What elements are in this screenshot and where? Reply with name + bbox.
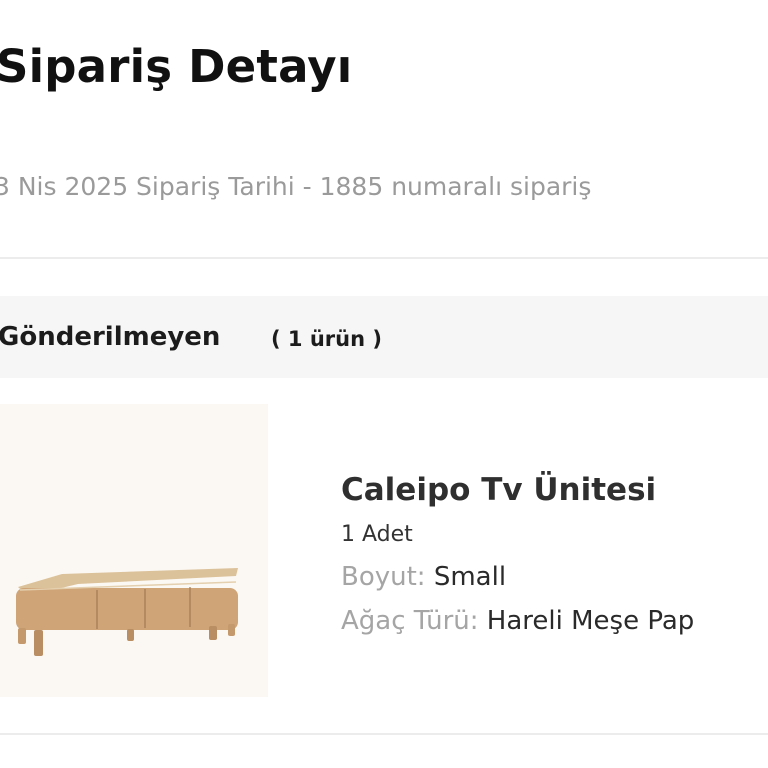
attribute-wood-type: Ağaç Türü: Hareli Meşe Pap bbox=[341, 606, 694, 636]
attribute-label: Boyut: bbox=[341, 562, 426, 592]
attribute-label: Ağaç Türü: bbox=[341, 606, 479, 636]
product-name[interactable]: Caleipo Tv Ünitesi bbox=[341, 472, 656, 508]
attribute-value: Hareli Meşe Pap bbox=[486, 606, 695, 636]
order-meta: 3 Nis 2025 Sipariş Tarihi - 1885 numaral… bbox=[0, 172, 592, 201]
attribute-value: Small bbox=[433, 562, 507, 592]
order-detail-page: Sipariş Detayı 3 Nis 2025 Sipariş Tarihi… bbox=[0, 0, 768, 768]
section-title: Gönderilmeyen bbox=[0, 322, 221, 352]
divider bbox=[0, 733, 768, 735]
product-quantity: 1 Adet bbox=[341, 522, 413, 547]
divider bbox=[0, 257, 768, 259]
product-image[interactable] bbox=[0, 404, 268, 697]
tv-unit-image bbox=[16, 568, 238, 656]
page-title: Sipariş Detayı bbox=[0, 40, 353, 93]
section-item-count: ( 1 ürün ) bbox=[271, 327, 382, 351]
attribute-size: Boyut: Small bbox=[341, 562, 506, 592]
